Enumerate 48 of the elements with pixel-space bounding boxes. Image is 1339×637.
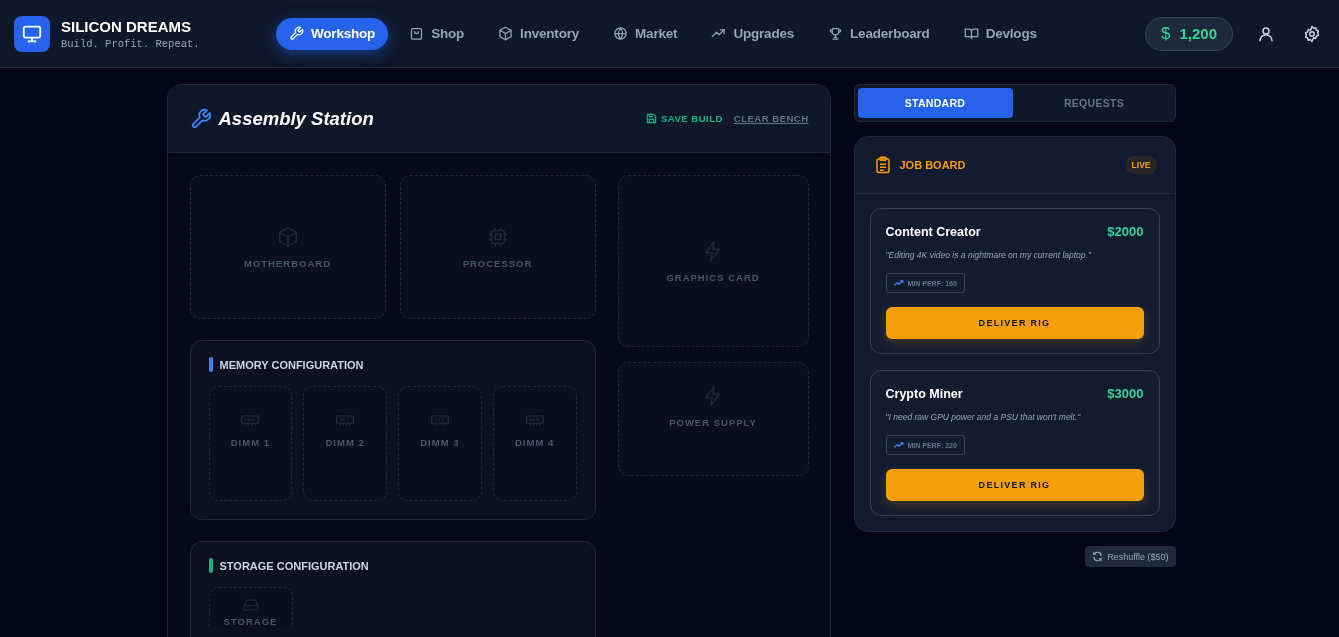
chip-icon (486, 225, 509, 248)
nav-tab[interactable]: Devlogs (950, 17, 1050, 50)
mode-tab[interactable]: REQUESTS (1016, 88, 1172, 118)
job-quote: "I need raw GPU power and a PSU that won't melt." (885, 412, 1082, 422)
cube-icon (276, 225, 299, 248)
wrench-icon (189, 107, 212, 130)
panel-title: Assembly Station (218, 107, 374, 130)
book-icon (963, 26, 979, 41)
deliver-button[interactable]: DELIVER RIG (885, 469, 1144, 501)
memory-stick-icon (240, 413, 261, 427)
box-icon (498, 26, 514, 41)
job-reward: $3000 (1107, 386, 1144, 401)
live-badge: LIVE (1125, 156, 1157, 174)
section-title: MEMORY CONFIGURATION (219, 358, 364, 371)
monitor-logo-icon (14, 15, 50, 52)
nav-tab[interactable]: Workshop (276, 17, 389, 50)
reshuffle-button[interactable]: Reshuffle ($50) (1085, 546, 1176, 567)
memory-stick-icon (429, 413, 450, 427)
trend-icon (893, 279, 904, 287)
job-quote: "Editing 4K video is a nightmare on my current laptop." (885, 250, 1093, 260)
job-title: Content Creator (885, 224, 981, 239)
section-title: STORAGE CONFIGURATION (219, 559, 369, 572)
wrench-icon (289, 26, 304, 41)
memory-stick-icon (524, 413, 545, 427)
balance-pill: $ 1,200 (1145, 16, 1233, 51)
job-reward: $2000 (1107, 224, 1144, 239)
clipboard-icon (874, 156, 891, 174)
globe-icon (613, 26, 629, 41)
floppy-disk-icon (646, 113, 657, 124)
clear-bench-link[interactable]: CLEAR BENCH (733, 113, 809, 124)
save-build-button[interactable]: SAVE BUILD (646, 113, 723, 124)
memory-stick-icon (335, 413, 356, 427)
trend-icon (893, 441, 904, 449)
job-title: Crypto Miner (885, 386, 963, 401)
drive-icon (240, 598, 261, 612)
nav-tab[interactable]: Market (600, 17, 691, 50)
refresh-icon (1092, 551, 1104, 562)
board-title: JOB BOARD (899, 159, 966, 171)
nav-tab[interactable]: Upgrades (698, 17, 808, 50)
bag-icon (409, 26, 425, 41)
nav-tab[interactable]: Leaderboard (815, 17, 943, 50)
mode-tab[interactable]: STANDARD (857, 88, 1013, 118)
app-tagline: Build. Profit. Repeat. (61, 37, 200, 50)
trophy-icon (828, 26, 844, 41)
app-title: SILICON DREAMS (61, 17, 192, 35)
deliver-button[interactable]: DELIVER RIG (885, 307, 1144, 339)
nav-tab[interactable]: Inventory (485, 17, 593, 50)
nav-tab[interactable]: Shop (396, 17, 478, 50)
